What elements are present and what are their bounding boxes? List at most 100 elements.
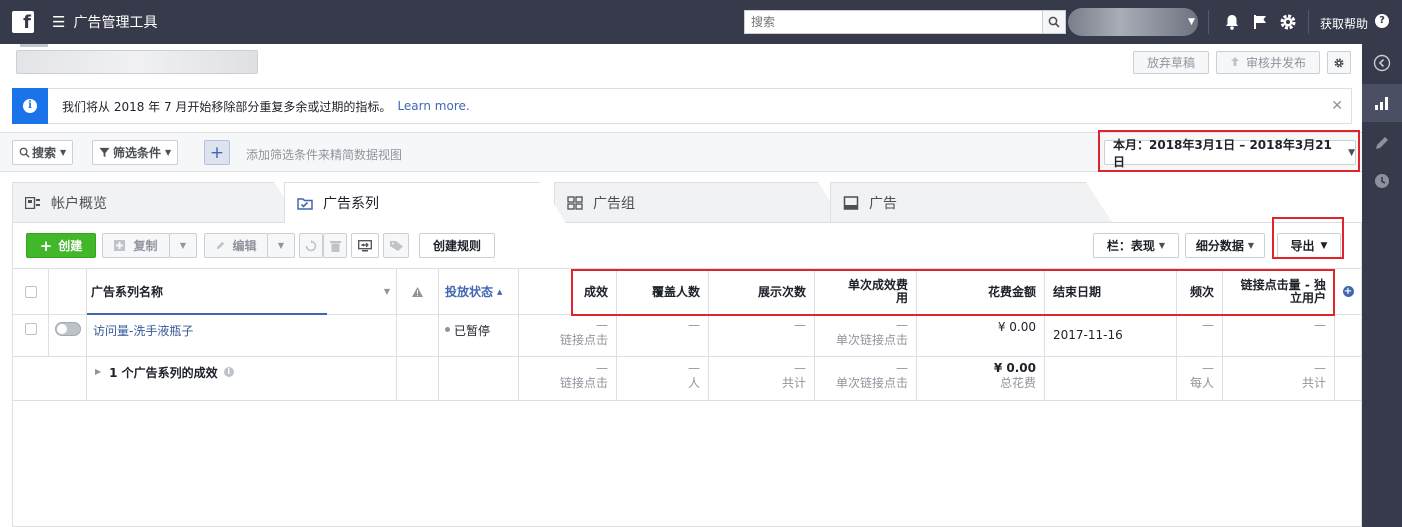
unique-link-clicks-line1: 链接点击量 - 独 xyxy=(1240,277,1326,292)
discard-draft-button[interactable]: 放弃草稿 xyxy=(1133,51,1209,74)
close-icon[interactable]: ✕ xyxy=(1331,98,1343,114)
menu-icon[interactable]: ☰ xyxy=(52,13,65,31)
delivery-status-text: 已暂停 xyxy=(454,324,491,338)
help-link[interactable]: 获取帮助 xyxy=(1320,15,1368,32)
column-header-name-label: 广告系列名称 xyxy=(91,285,164,299)
column-header-reach[interactable]: 覆盖人数 xyxy=(617,269,709,315)
columns-performance-dropdown[interactable]: 栏：表现 ▼ xyxy=(1093,233,1179,258)
column-header-delivery[interactable]: 投放状态 ▲ xyxy=(439,269,519,315)
refresh-icon xyxy=(305,239,317,251)
caret-down-icon: ▼ xyxy=(1158,241,1166,250)
caret-down-icon: ▼ xyxy=(1348,147,1355,158)
summary-cost-per-result-cell: — 单次链接点击 xyxy=(815,357,917,401)
summary-frequency-sub: 每人 xyxy=(1189,376,1214,390)
column-header-warning[interactable] xyxy=(397,269,439,315)
select-all-checkbox[interactable] xyxy=(24,285,37,298)
help-icon[interactable]: ? xyxy=(1375,14,1389,28)
empty-cell xyxy=(1335,357,1361,401)
campaigns-table: 广告系列名称 ▼ 投放状态 ▲ 成效 覆盖人数 展示次数 单次成效费 用 花费金… xyxy=(12,268,1362,527)
export-button[interactable]: 导出 ▼ xyxy=(1277,233,1341,258)
cost-per-result-sub: 单次链接点击 xyxy=(835,333,908,347)
collapse-sidebar-button[interactable] xyxy=(1362,44,1402,82)
tab-account-overview[interactable]: 帐户概览 xyxy=(12,182,300,222)
chevron-down-icon: ▼ xyxy=(1188,17,1195,27)
reach-cell: — xyxy=(617,315,709,357)
summary-impressions-value: — xyxy=(794,361,806,375)
column-header-amount-spent[interactable]: 花费金额 xyxy=(917,269,1045,315)
flag-icon[interactable] xyxy=(1250,12,1270,32)
column-header-cost-per-result[interactable]: 单次成效费 用 xyxy=(815,269,917,315)
empty-cell xyxy=(439,357,519,401)
divider xyxy=(1208,10,1209,34)
info-icon[interactable]: i xyxy=(223,367,234,377)
filter-conditions-button[interactable]: 筛选条件 ▼ xyxy=(92,140,179,165)
duplicate-button[interactable]: 复制 xyxy=(102,233,170,258)
edit-button[interactable]: 编辑 xyxy=(204,233,268,258)
status-dot-icon xyxy=(445,327,450,332)
create-label: 创建 xyxy=(58,239,83,253)
caret-down-icon: ▼ xyxy=(1320,240,1328,251)
tab-ads[interactable]: 广告 xyxy=(830,182,1112,222)
tag-button[interactable] xyxy=(383,233,409,258)
empty-cell xyxy=(1045,357,1177,401)
create-rule-button[interactable]: 创建规则 xyxy=(419,233,495,258)
empty-cell xyxy=(1335,315,1361,357)
chevron-left-circle-icon xyxy=(1373,54,1391,72)
review-publish-button[interactable]: 审核并发布 xyxy=(1216,51,1320,74)
account-selector[interactable] xyxy=(1068,8,1198,36)
date-range-picker[interactable]: 本月：2018年3月1日 – 2018年3月21日 ▼ xyxy=(1104,138,1356,169)
chevron-down-icon: ▼ xyxy=(165,148,172,157)
settings-button[interactable] xyxy=(1327,51,1351,74)
summary-frequency-value: — xyxy=(1202,361,1214,375)
caret-down-icon: ▼ xyxy=(1247,241,1255,250)
expand-triangle-icon[interactable]: ▶ xyxy=(95,367,101,400)
duplicate-icon xyxy=(114,240,126,251)
pencil-icon xyxy=(217,241,225,250)
edit-dropdown[interactable]: ▼ xyxy=(267,233,295,258)
breakdown-label: 细分数据 xyxy=(1195,239,1244,253)
notifications-bell-icon[interactable] xyxy=(1222,12,1242,32)
row-checkbox[interactable] xyxy=(24,323,37,335)
delete-button[interactable] xyxy=(323,233,347,258)
search-filter-button[interactable]: 搜索 ▼ xyxy=(12,140,74,165)
reporting-tab[interactable] xyxy=(1362,84,1402,122)
tab-ad-sets[interactable]: 广告组 xyxy=(554,182,844,222)
warning-cell xyxy=(397,315,439,357)
ad-icon xyxy=(843,195,859,210)
ab-test-button[interactable] xyxy=(299,233,323,258)
account-overview-icon xyxy=(25,196,41,210)
summary-impressions-cell: — 共计 xyxy=(709,357,815,401)
learn-more-link[interactable]: Learn more. xyxy=(397,99,469,113)
campaign-name-link[interactable]: 访问量-洗手液瓶子 xyxy=(93,324,193,338)
column-header-results[interactable]: 成效 xyxy=(519,269,617,315)
preview-button[interactable] xyxy=(351,233,379,258)
column-header-name[interactable]: 广告系列名称 ▼ xyxy=(87,269,397,315)
column-header-impressions[interactable]: 展示次数 xyxy=(709,269,815,315)
tab-campaigns[interactable]: 广告系列 xyxy=(284,182,566,223)
summary-link-clicks-cell: — 共计 xyxy=(1223,357,1335,401)
add-filter-button[interactable]: + xyxy=(204,140,230,165)
duplicate-dropdown[interactable]: ▼ xyxy=(169,233,197,258)
edit-tab[interactable] xyxy=(1362,124,1402,162)
empty-cell xyxy=(397,357,439,401)
campaign-folder-icon xyxy=(297,196,313,210)
breakdown-dropdown[interactable]: 细分数据 ▼ xyxy=(1185,233,1265,258)
column-header-frequency[interactable]: 频次 xyxy=(1177,269,1223,315)
add-column-cell: + xyxy=(1335,269,1361,315)
account-name-field[interactable] xyxy=(16,50,258,74)
columns-label: 栏：表现 xyxy=(1106,239,1155,253)
notice-icon-strip: i xyxy=(12,88,48,124)
warning-triangle-icon xyxy=(412,286,423,297)
history-tab[interactable] xyxy=(1362,162,1402,200)
add-column-plus-icon[interactable]: + xyxy=(1342,286,1354,297)
search-button[interactable] xyxy=(1042,10,1066,34)
gear-icon[interactable] xyxy=(1278,12,1298,32)
column-header-unique-link-clicks[interactable]: 链接点击量 - 独 立用户 xyxy=(1223,269,1335,315)
column-header-end-date[interactable]: 结束日期 xyxy=(1045,269,1177,315)
create-button[interactable]: + 创建 xyxy=(26,233,96,258)
campaign-on-off-toggle[interactable] xyxy=(54,322,81,336)
caret-down-icon: ▼ xyxy=(179,241,187,250)
facebook-logo-icon[interactable]: f xyxy=(12,11,34,33)
gear-icon xyxy=(1334,58,1344,67)
search-input[interactable] xyxy=(744,10,1042,34)
